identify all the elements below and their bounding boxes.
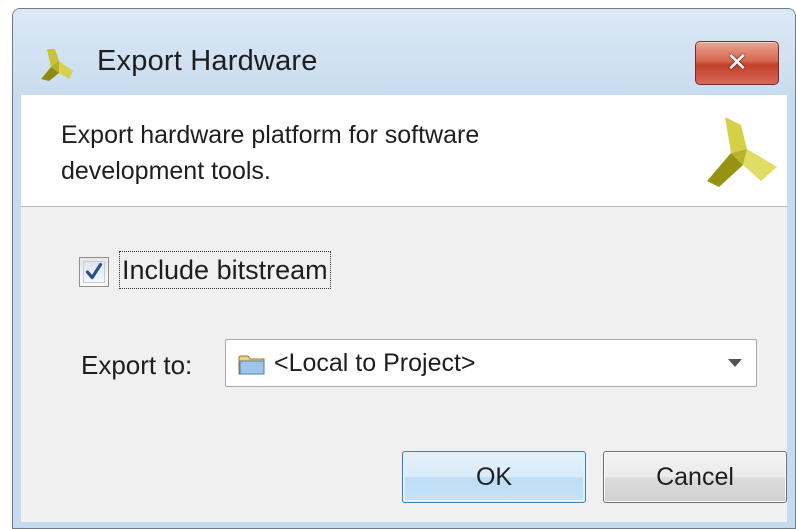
close-x-icon: ✕ <box>726 48 748 78</box>
vivado-logo-icon <box>41 49 73 81</box>
checkmark-icon <box>85 262 103 280</box>
dialog-header: Export hardware platform for software de… <box>21 95 787 207</box>
include-bitstream-label[interactable]: Include bitstream <box>119 251 331 289</box>
title-bar[interactable]: Export Hardware ✕ <box>13 9 795 95</box>
window-title: Export Hardware <box>97 45 318 77</box>
close-button[interactable]: ✕ <box>695 41 779 85</box>
vivado-logo-icon <box>707 117 777 187</box>
dialog-content: Export hardware platform for software de… <box>21 95 787 522</box>
chevron-down-icon[interactable] <box>728 359 742 367</box>
export-to-value: <Local to Project> <box>274 349 476 377</box>
include-bitstream-checkbox[interactable] <box>79 257 109 287</box>
export-to-label: Export to: <box>81 350 193 380</box>
header-description: Export hardware platform for software de… <box>61 121 480 185</box>
cancel-button[interactable]: Cancel <box>603 451 787 503</box>
ok-button[interactable]: OK <box>402 451 586 503</box>
export-hardware-dialog: Export Hardware ✕ Export hardware platfo… <box>12 8 796 529</box>
folder-icon <box>238 355 265 375</box>
export-to-dropdown[interactable]: <Local to Project> <box>225 339 757 387</box>
